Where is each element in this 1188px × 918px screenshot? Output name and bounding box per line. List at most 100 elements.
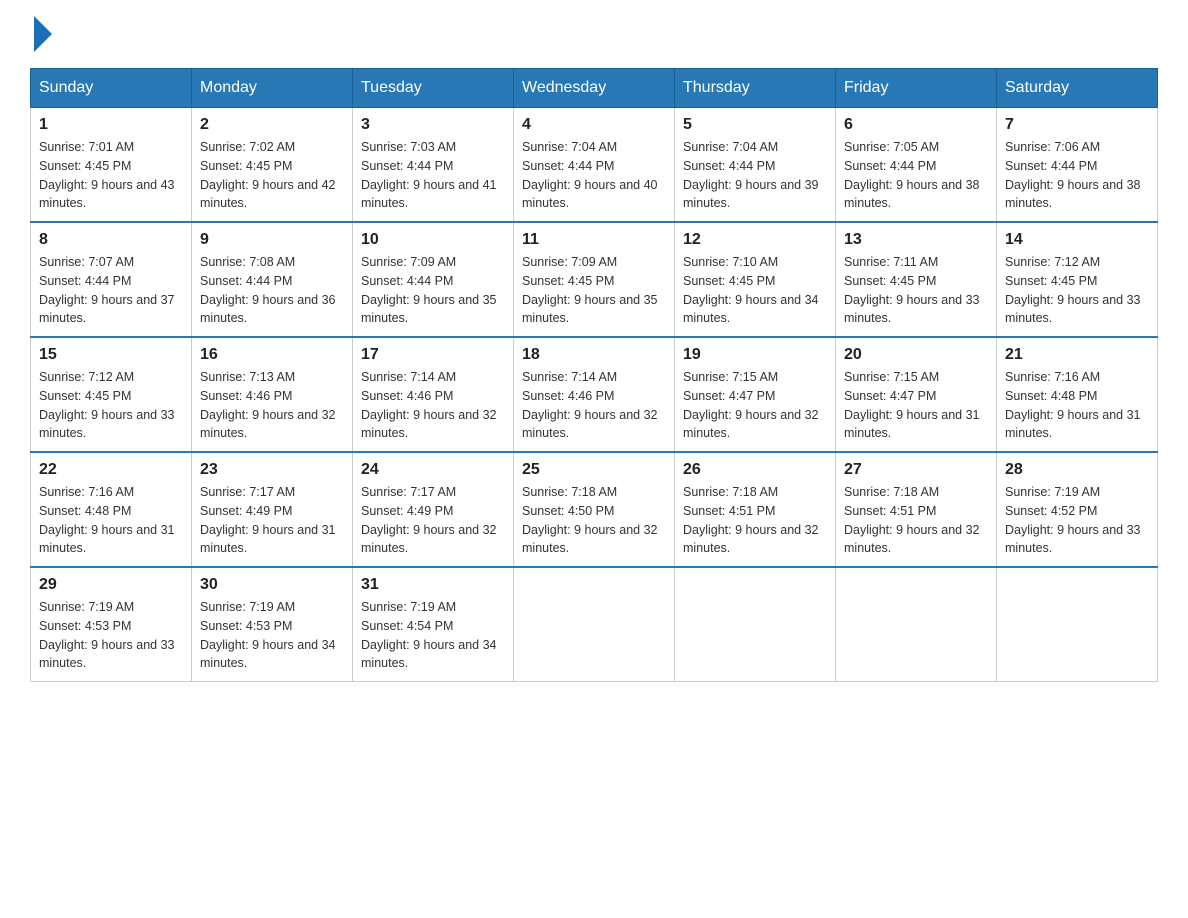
calendar-day-cell: 19 Sunrise: 7:15 AMSunset: 4:47 PMDaylig… — [675, 337, 836, 452]
calendar-week-row: 29 Sunrise: 7:19 AMSunset: 4:53 PMDaylig… — [31, 567, 1158, 682]
day-number: 28 — [1005, 461, 1149, 479]
day-number: 26 — [683, 461, 827, 479]
day-info: Sunrise: 7:18 AMSunset: 4:50 PMDaylight:… — [522, 485, 658, 555]
day-info: Sunrise: 7:11 AMSunset: 4:45 PMDaylight:… — [844, 255, 980, 325]
day-info: Sunrise: 7:08 AMSunset: 4:44 PMDaylight:… — [200, 255, 336, 325]
calendar-day-cell: 12 Sunrise: 7:10 AMSunset: 4:45 PMDaylig… — [675, 222, 836, 337]
calendar-week-row: 22 Sunrise: 7:16 AMSunset: 4:48 PMDaylig… — [31, 452, 1158, 567]
calendar-day-cell: 28 Sunrise: 7:19 AMSunset: 4:52 PMDaylig… — [997, 452, 1158, 567]
calendar-day-cell: 18 Sunrise: 7:14 AMSunset: 4:46 PMDaylig… — [514, 337, 675, 452]
day-info: Sunrise: 7:12 AMSunset: 4:45 PMDaylight:… — [1005, 255, 1141, 325]
day-number: 8 — [39, 231, 183, 249]
day-number: 2 — [200, 116, 344, 134]
calendar-day-cell — [836, 567, 997, 682]
day-info: Sunrise: 7:05 AMSunset: 4:44 PMDaylight:… — [844, 140, 980, 210]
day-info: Sunrise: 7:03 AMSunset: 4:44 PMDaylight:… — [361, 140, 497, 210]
day-info: Sunrise: 7:17 AMSunset: 4:49 PMDaylight:… — [361, 485, 497, 555]
day-number: 3 — [361, 116, 505, 134]
calendar-week-row: 1 Sunrise: 7:01 AMSunset: 4:45 PMDayligh… — [31, 108, 1158, 223]
day-number: 7 — [1005, 116, 1149, 134]
day-info: Sunrise: 7:18 AMSunset: 4:51 PMDaylight:… — [844, 485, 980, 555]
calendar-day-cell: 13 Sunrise: 7:11 AMSunset: 4:45 PMDaylig… — [836, 222, 997, 337]
page-header — [30, 20, 1158, 48]
calendar-day-cell: 27 Sunrise: 7:18 AMSunset: 4:51 PMDaylig… — [836, 452, 997, 567]
day-number: 19 — [683, 346, 827, 364]
day-number: 23 — [200, 461, 344, 479]
day-number: 17 — [361, 346, 505, 364]
day-info: Sunrise: 7:17 AMSunset: 4:49 PMDaylight:… — [200, 485, 336, 555]
day-info: Sunrise: 7:16 AMSunset: 4:48 PMDaylight:… — [1005, 370, 1141, 440]
day-info: Sunrise: 7:04 AMSunset: 4:44 PMDaylight:… — [683, 140, 819, 210]
day-info: Sunrise: 7:15 AMSunset: 4:47 PMDaylight:… — [683, 370, 819, 440]
calendar-day-cell: 30 Sunrise: 7:19 AMSunset: 4:53 PMDaylig… — [192, 567, 353, 682]
calendar-day-cell: 14 Sunrise: 7:12 AMSunset: 4:45 PMDaylig… — [997, 222, 1158, 337]
day-number: 29 — [39, 576, 183, 594]
calendar-week-row: 15 Sunrise: 7:12 AMSunset: 4:45 PMDaylig… — [31, 337, 1158, 452]
calendar-day-header: Thursday — [675, 69, 836, 108]
day-number: 4 — [522, 116, 666, 134]
calendar-day-cell: 8 Sunrise: 7:07 AMSunset: 4:44 PMDayligh… — [31, 222, 192, 337]
calendar-day-cell: 10 Sunrise: 7:09 AMSunset: 4:44 PMDaylig… — [353, 222, 514, 337]
day-info: Sunrise: 7:14 AMSunset: 4:46 PMDaylight:… — [361, 370, 497, 440]
calendar-day-cell: 21 Sunrise: 7:16 AMSunset: 4:48 PMDaylig… — [997, 337, 1158, 452]
calendar-day-cell: 1 Sunrise: 7:01 AMSunset: 4:45 PMDayligh… — [31, 108, 192, 223]
calendar-week-row: 8 Sunrise: 7:07 AMSunset: 4:44 PMDayligh… — [31, 222, 1158, 337]
calendar-day-cell: 25 Sunrise: 7:18 AMSunset: 4:50 PMDaylig… — [514, 452, 675, 567]
logo-arrow-icon — [34, 16, 52, 52]
day-number: 18 — [522, 346, 666, 364]
calendar-day-header: Sunday — [31, 69, 192, 108]
day-info: Sunrise: 7:01 AMSunset: 4:45 PMDaylight:… — [39, 140, 175, 210]
day-info: Sunrise: 7:14 AMSunset: 4:46 PMDaylight:… — [522, 370, 658, 440]
day-number: 22 — [39, 461, 183, 479]
day-info: Sunrise: 7:04 AMSunset: 4:44 PMDaylight:… — [522, 140, 658, 210]
day-info: Sunrise: 7:07 AMSunset: 4:44 PMDaylight:… — [39, 255, 175, 325]
day-number: 25 — [522, 461, 666, 479]
calendar-day-cell — [675, 567, 836, 682]
day-info: Sunrise: 7:19 AMSunset: 4:53 PMDaylight:… — [39, 600, 175, 670]
day-number: 13 — [844, 231, 988, 249]
calendar-table: SundayMondayTuesdayWednesdayThursdayFrid… — [30, 68, 1158, 682]
calendar-day-cell: 29 Sunrise: 7:19 AMSunset: 4:53 PMDaylig… — [31, 567, 192, 682]
calendar-day-header: Monday — [192, 69, 353, 108]
day-info: Sunrise: 7:09 AMSunset: 4:44 PMDaylight:… — [361, 255, 497, 325]
calendar-day-cell: 20 Sunrise: 7:15 AMSunset: 4:47 PMDaylig… — [836, 337, 997, 452]
day-number: 11 — [522, 231, 666, 249]
day-info: Sunrise: 7:06 AMSunset: 4:44 PMDaylight:… — [1005, 140, 1141, 210]
day-number: 10 — [361, 231, 505, 249]
day-info: Sunrise: 7:12 AMSunset: 4:45 PMDaylight:… — [39, 370, 175, 440]
calendar-day-cell: 16 Sunrise: 7:13 AMSunset: 4:46 PMDaylig… — [192, 337, 353, 452]
day-info: Sunrise: 7:13 AMSunset: 4:46 PMDaylight:… — [200, 370, 336, 440]
calendar-day-cell: 7 Sunrise: 7:06 AMSunset: 4:44 PMDayligh… — [997, 108, 1158, 223]
calendar-day-header: Saturday — [997, 69, 1158, 108]
day-info: Sunrise: 7:19 AMSunset: 4:52 PMDaylight:… — [1005, 485, 1141, 555]
day-number: 21 — [1005, 346, 1149, 364]
calendar-day-cell: 3 Sunrise: 7:03 AMSunset: 4:44 PMDayligh… — [353, 108, 514, 223]
calendar-day-header: Wednesday — [514, 69, 675, 108]
calendar-day-cell: 17 Sunrise: 7:14 AMSunset: 4:46 PMDaylig… — [353, 337, 514, 452]
day-info: Sunrise: 7:19 AMSunset: 4:54 PMDaylight:… — [361, 600, 497, 670]
day-number: 12 — [683, 231, 827, 249]
calendar-day-header: Tuesday — [353, 69, 514, 108]
calendar-header-row: SundayMondayTuesdayWednesdayThursdayFrid… — [31, 69, 1158, 108]
calendar-day-cell: 23 Sunrise: 7:17 AMSunset: 4:49 PMDaylig… — [192, 452, 353, 567]
day-info: Sunrise: 7:02 AMSunset: 4:45 PMDaylight:… — [200, 140, 336, 210]
calendar-day-cell: 5 Sunrise: 7:04 AMSunset: 4:44 PMDayligh… — [675, 108, 836, 223]
calendar-day-cell — [997, 567, 1158, 682]
calendar-day-cell — [514, 567, 675, 682]
day-number: 15 — [39, 346, 183, 364]
day-number: 6 — [844, 116, 988, 134]
day-number: 1 — [39, 116, 183, 134]
day-info: Sunrise: 7:16 AMSunset: 4:48 PMDaylight:… — [39, 485, 175, 555]
calendar-day-cell: 2 Sunrise: 7:02 AMSunset: 4:45 PMDayligh… — [192, 108, 353, 223]
day-number: 24 — [361, 461, 505, 479]
calendar-day-cell: 24 Sunrise: 7:17 AMSunset: 4:49 PMDaylig… — [353, 452, 514, 567]
day-number: 16 — [200, 346, 344, 364]
day-number: 31 — [361, 576, 505, 594]
calendar-day-cell: 22 Sunrise: 7:16 AMSunset: 4:48 PMDaylig… — [31, 452, 192, 567]
day-info: Sunrise: 7:10 AMSunset: 4:45 PMDaylight:… — [683, 255, 819, 325]
calendar-day-cell: 4 Sunrise: 7:04 AMSunset: 4:44 PMDayligh… — [514, 108, 675, 223]
calendar-day-header: Friday — [836, 69, 997, 108]
day-number: 27 — [844, 461, 988, 479]
calendar-day-cell: 15 Sunrise: 7:12 AMSunset: 4:45 PMDaylig… — [31, 337, 192, 452]
day-number: 14 — [1005, 231, 1149, 249]
